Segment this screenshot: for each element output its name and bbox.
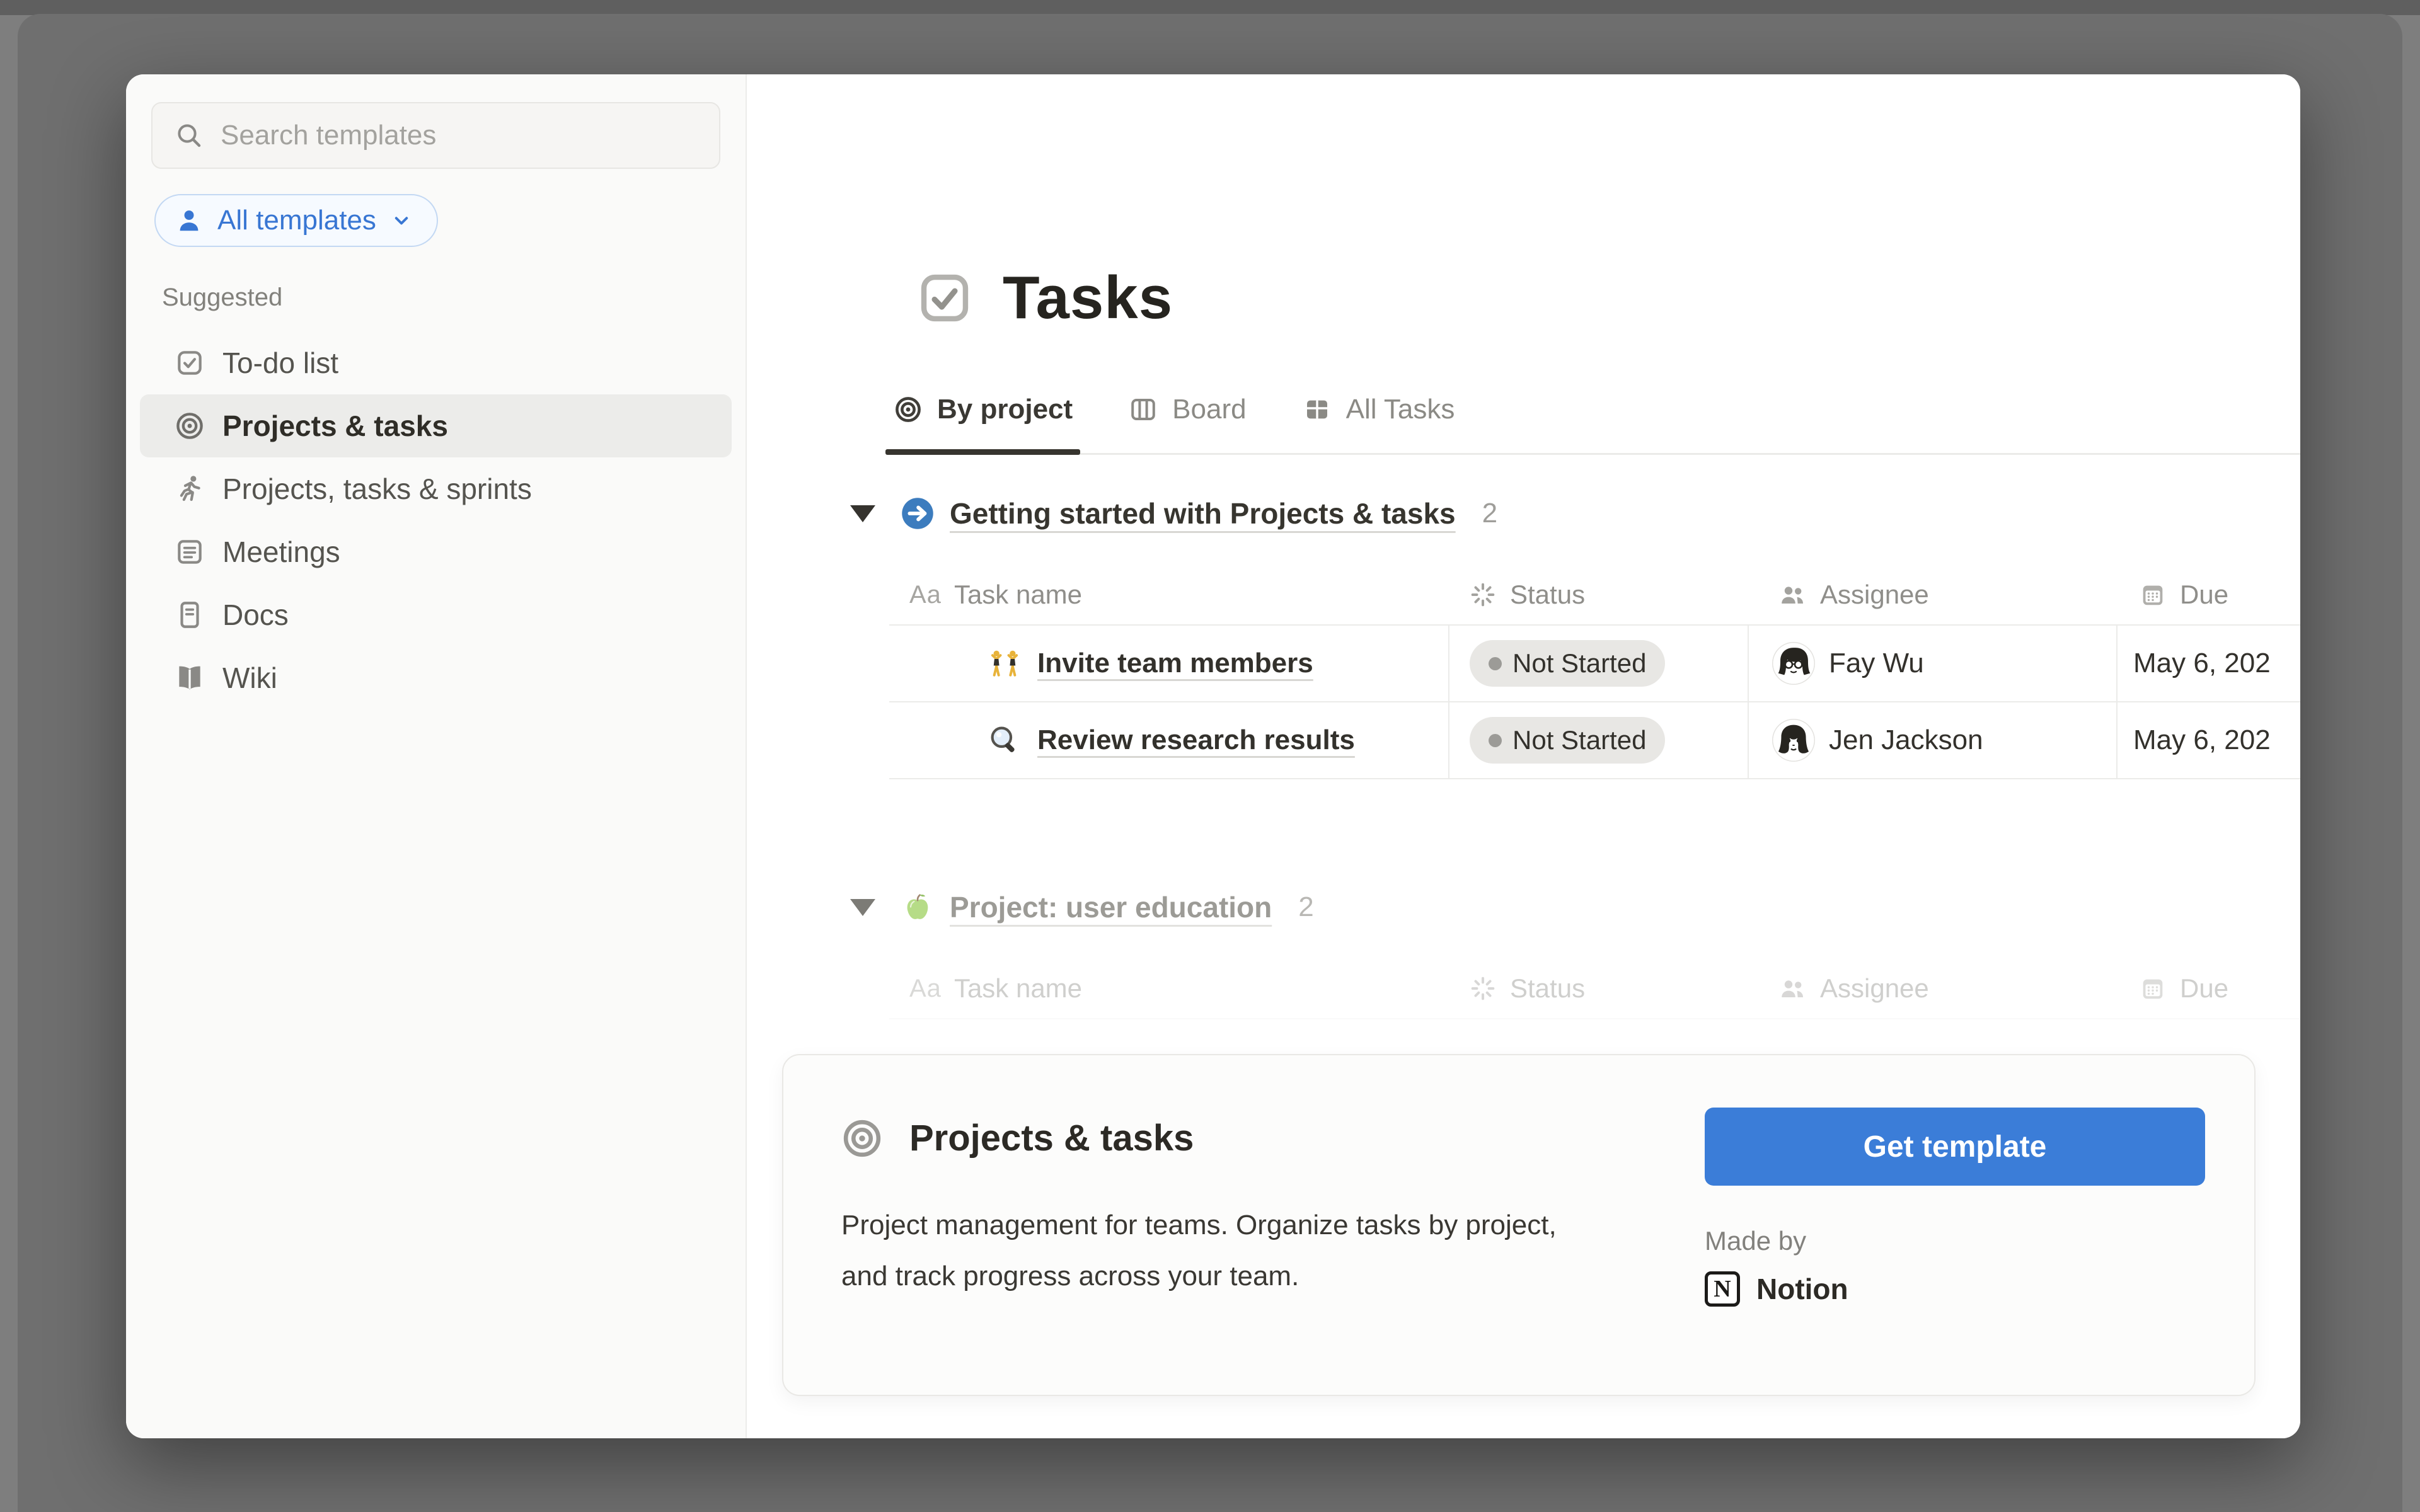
search-input-wrapper[interactable]: [151, 102, 720, 169]
due-date: May 6, 202: [2116, 626, 2300, 701]
status-spinner-icon: [1468, 974, 1497, 1003]
tasks-checkbox-icon: [916, 269, 974, 327]
book-icon: [173, 662, 206, 694]
avatar: [1772, 719, 1815, 762]
page-header: Tasks: [916, 74, 2300, 333]
search-input[interactable]: [221, 120, 698, 151]
disclosure-triangle-icon[interactable]: [850, 899, 875, 916]
template-gallery-modal: All templates Suggested To-do list Proje…: [126, 74, 2300, 1438]
target-icon: [173, 410, 206, 442]
doc-icon: [173, 598, 206, 631]
tab-board[interactable]: Board: [1124, 387, 1250, 432]
blue-arrow-circle-icon: [901, 496, 935, 530]
board-icon: [1128, 394, 1158, 425]
column-header-status: Status: [1510, 973, 1585, 1004]
dancers-emoji: [987, 646, 1022, 681]
notion-logo-icon: N: [1705, 1271, 1740, 1307]
get-template-button[interactable]: Get template: [1705, 1108, 2205, 1186]
column-header-assignee: Assignee: [1820, 973, 1929, 1004]
sidebar-item-label: Meetings: [222, 535, 340, 569]
group-title-link[interactable]: Getting started with Projects & tasks: [950, 496, 1456, 530]
target-icon: [841, 1118, 883, 1159]
made-by-name[interactable]: Notion: [1756, 1272, 1848, 1306]
due-date: May 6, 202: [2116, 702, 2300, 778]
view-tabs: By project Board All Tasks: [889, 387, 2300, 455]
template-sidebar: All templates Suggested To-do list Proje…: [126, 74, 747, 1438]
status-spinner-icon: [1468, 580, 1497, 609]
assignee-name: Jen Jackson: [1829, 724, 1983, 756]
todo-checkbox-icon: [173, 346, 206, 379]
people-icon: [1777, 973, 1807, 1004]
column-header-due: Due: [2180, 973, 2228, 1004]
group-count: 2: [1298, 891, 1313, 923]
avatar: [1772, 642, 1815, 685]
table-icon: [1302, 394, 1332, 425]
sidebar-item-wiki[interactable]: Wiki: [140, 646, 732, 709]
tab-all-tasks[interactable]: All Tasks: [1298, 387, 1459, 432]
filter-label: All templates: [217, 205, 376, 236]
column-header-task-name: Task name: [954, 973, 1082, 1004]
table-row: Review research results Not Started Jen …: [889, 702, 2300, 779]
sidebar-item-label: Projects & tasks: [222, 409, 448, 443]
group-title-link[interactable]: Project: user education: [950, 890, 1272, 924]
group-header-getting-started: Getting started with Projects & tasks 2: [889, 491, 2300, 536]
group-header-user-education: Project: user education 2: [889, 885, 2300, 930]
template-description: Project management for teams. Organize t…: [841, 1200, 1610, 1302]
status-badge[interactable]: Not Started: [1470, 717, 1665, 764]
calendar-icon: [2138, 580, 2167, 609]
task-link[interactable]: Invite team members: [1037, 648, 1313, 679]
assignee-name: Fay Wu: [1829, 648, 1924, 679]
page-title: Tasks: [1003, 263, 1173, 333]
status-dot-icon: [1489, 657, 1502, 670]
sidebar-item-projects-tasks-sprints[interactable]: Projects, tasks & sprints: [140, 457, 732, 520]
task-link[interactable]: Review research results: [1037, 724, 1355, 756]
sidebar-item-label: Projects, tasks & sprints: [222, 472, 532, 506]
status-dot-icon: [1489, 734, 1502, 747]
note-icon: [173, 536, 206, 568]
sidebar-item-label: Docs: [222, 598, 289, 632]
sidebar-item-label: To-do list: [222, 346, 338, 380]
runner-icon: [173, 472, 206, 505]
table-row: Invite team members Not Started Fay Wu: [889, 626, 2300, 702]
suggested-section-label: Suggested: [162, 282, 746, 312]
person-icon: [175, 206, 204, 235]
sidebar-item-meetings[interactable]: Meetings: [140, 520, 732, 583]
chevron-down-icon: [390, 209, 413, 232]
text-property-icon: Aa: [909, 975, 942, 1003]
table-header-row: Aa Task name Status Assignee: [889, 565, 2300, 626]
table-header-row-faded: Aa Task name Status Assignee: [889, 959, 2300, 1019]
template-nav: To-do list Projects & tasks Projects, ta…: [126, 331, 746, 709]
sidebar-item-todo-list[interactable]: To-do list: [140, 331, 732, 394]
tab-label: By project: [937, 394, 1073, 425]
status-badge[interactable]: Not Started: [1470, 640, 1665, 687]
background-top-strip: [0, 0, 2420, 15]
magnifier-emoji: [987, 723, 1022, 758]
disclosure-triangle-icon[interactable]: [850, 505, 875, 522]
text-property-icon: Aa: [909, 581, 942, 609]
sidebar-item-label: Wiki: [222, 661, 277, 695]
template-preview-pane: Tasks By project Board: [747, 74, 2300, 1438]
sidebar-item-docs[interactable]: Docs: [140, 583, 732, 646]
template-card-title: Projects & tasks: [909, 1117, 1194, 1159]
tab-label: All Tasks: [1346, 394, 1455, 425]
all-templates-filter[interactable]: All templates: [154, 194, 438, 247]
template-info-card: Projects & tasks Project management for …: [782, 1054, 2256, 1396]
column-header-due: Due: [2180, 580, 2228, 610]
calendar-icon: [2138, 974, 2167, 1003]
status-label: Not Started: [1512, 648, 1646, 679]
target-icon: [893, 394, 923, 425]
tab-label: Board: [1172, 394, 1246, 425]
search-icon: [174, 120, 204, 151]
column-header-task-name: Task name: [954, 580, 1082, 610]
status-label: Not Started: [1512, 725, 1646, 755]
column-header-assignee: Assignee: [1820, 580, 1929, 610]
made-by-label: Made by: [1705, 1226, 2205, 1256]
column-header-status: Status: [1510, 580, 1585, 610]
task-table: Invite team members Not Started Fay Wu: [889, 626, 2300, 779]
sidebar-item-projects-tasks[interactable]: Projects & tasks: [140, 394, 732, 457]
green-apple-emoji: [901, 890, 935, 924]
group-count: 2: [1482, 498, 1497, 529]
tab-by-project[interactable]: By project: [889, 387, 1076, 432]
people-icon: [1777, 580, 1807, 610]
